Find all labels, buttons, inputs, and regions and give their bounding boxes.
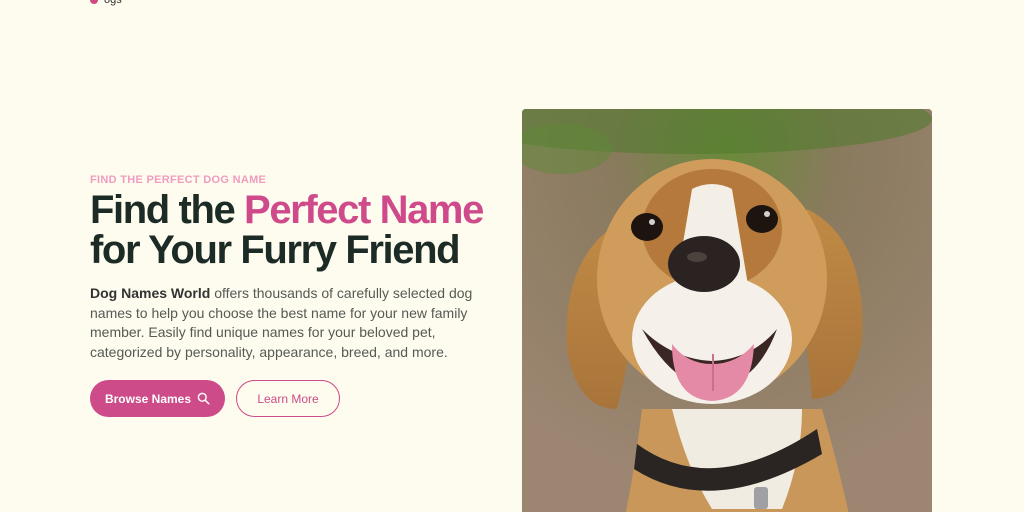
browse-names-label: Browse Names	[104, 391, 192, 406]
browse-names-button[interactable]: Browse Names	[90, 380, 225, 417]
hero-description: Dog Names World offers thousands of care…	[90, 284, 490, 362]
hero-eyebrow: FIND THE PERFECT DOG NAME	[90, 174, 267, 186]
hero-actions: Browse Names Learn More	[90, 380, 510, 417]
brand-name: Dog Names World	[90, 285, 211, 301]
hero-headline: Find the Perfect Name for Your Furry Fri…	[90, 190, 510, 270]
nav-link[interactable]: ogs	[104, 0, 122, 6]
beagle-dog-illustration	[522, 109, 932, 512]
learn-more-button[interactable]: Learn More	[236, 380, 340, 417]
headline-part2: for Your Furry Friend	[90, 228, 461, 272]
hero-dog-image	[522, 109, 932, 512]
landing-page: ogs FIND THE PERFECT DOG NAME Find the P…	[0, 0, 1024, 512]
search-icon	[197, 392, 210, 405]
logo-mark[interactable]	[90, 0, 98, 4]
headline-part1: Find the	[90, 188, 245, 232]
headline-accent: Perfect Name	[244, 188, 484, 232]
hero-content: FIND THE PERFECT DOG NAME Find the Perfe…	[90, 174, 510, 417]
top-navigation: ogs	[90, 0, 122, 6]
